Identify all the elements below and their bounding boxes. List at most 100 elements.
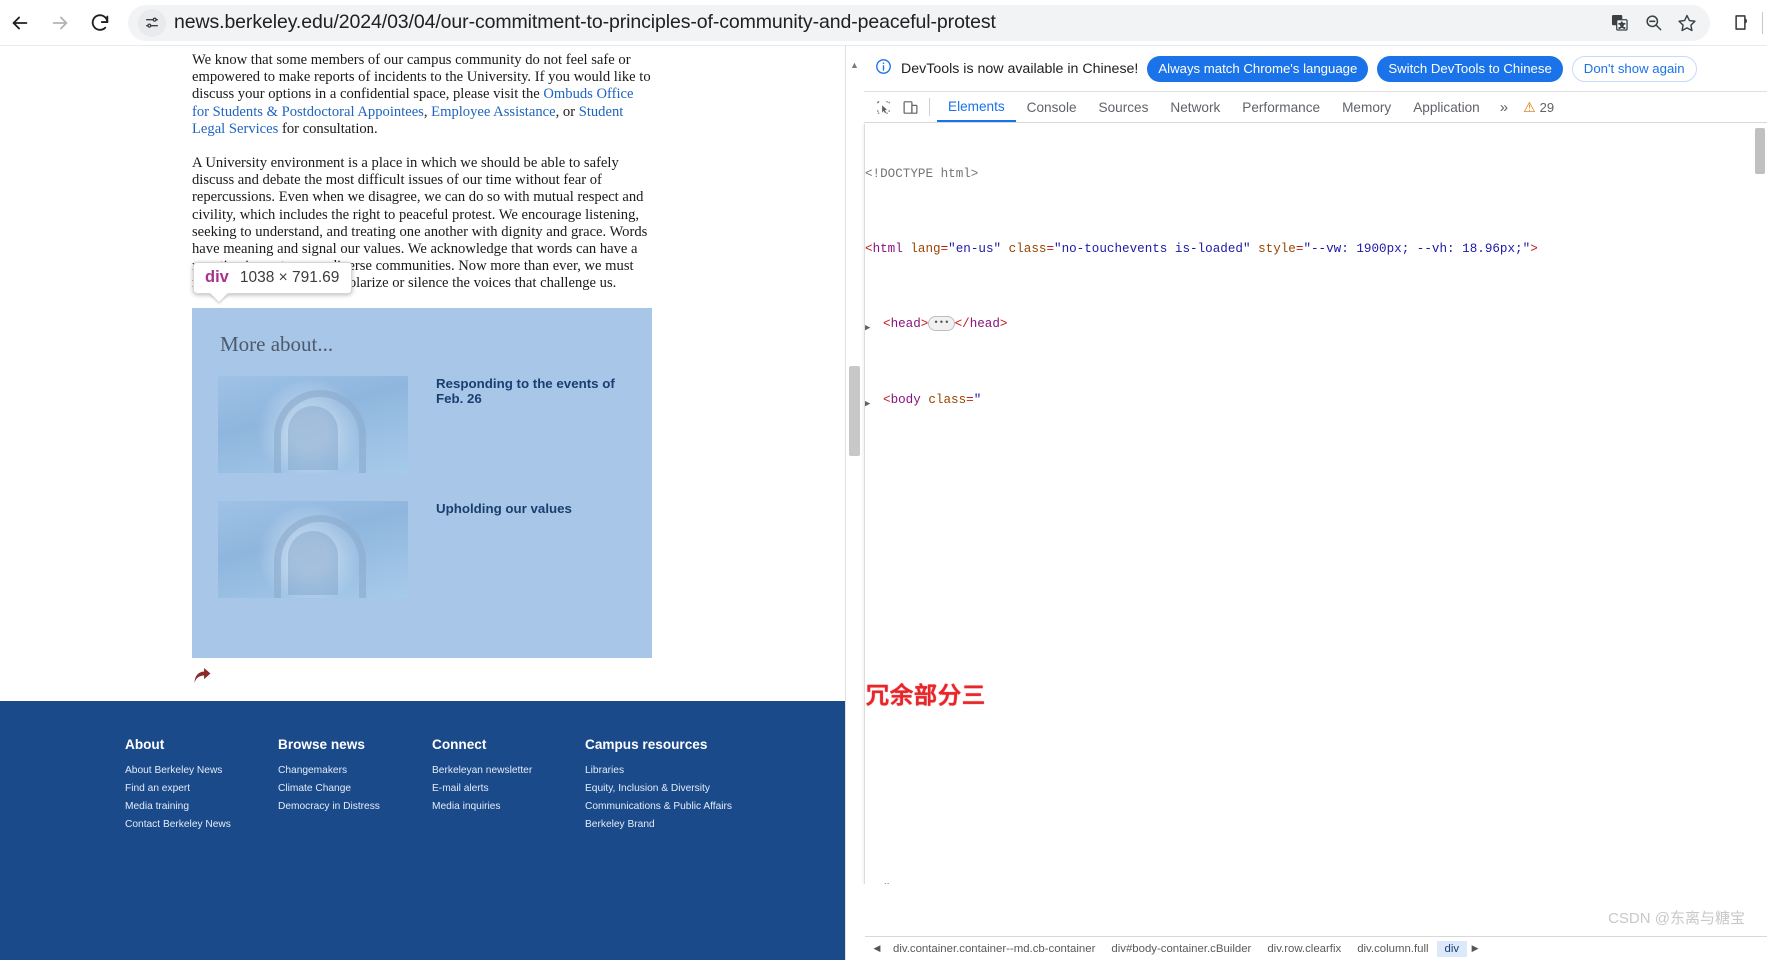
url-text[interactable]: news.berkeley.edu/2024/03/04/our-commitm…: [174, 11, 1602, 34]
dom-line-body-open[interactable]: ▶ <body class=": [865, 391, 1750, 410]
dont-show-again-button[interactable]: Don't show again: [1571, 55, 1697, 82]
device-toolbar-icon[interactable]: [897, 94, 924, 121]
notice-text: DevTools is now available in Chinese!: [901, 60, 1139, 77]
site-info-icon[interactable]: [138, 8, 166, 37]
body-class-open-quote: ": [973, 392, 982, 407]
address-bar[interactable]: news.berkeley.edu/2024/03/04/our-commitm…: [128, 4, 1710, 41]
site-footer: About About Berkeley News Find an expert…: [0, 701, 845, 960]
scroll-up-arrow-icon[interactable]: ▲: [849, 60, 860, 71]
forward-button[interactable]: [40, 3, 80, 43]
html-lang-value: en-us: [955, 242, 994, 257]
share-arrow-icon[interactable]: [192, 668, 213, 692]
doctype-text: <!DOCTYPE html>: [865, 166, 979, 181]
tab-performance[interactable]: Performance: [1231, 92, 1331, 122]
collapse-triangle-icon[interactable]: ▶: [865, 395, 870, 414]
inspector-tooltip: div 1038 × 791.69: [193, 262, 353, 294]
reload-button[interactable]: [80, 3, 120, 43]
annotation-redundant-part-three: 冗余部分三: [866, 682, 986, 708]
footer-link[interactable]: Berkeleyan newsletter: [432, 765, 532, 776]
footer-link[interactable]: Find an expert: [125, 783, 231, 794]
dom-line-html[interactable]: ▶<html lang="en-us" class="no-touchevent…: [865, 240, 1750, 259]
tab-application[interactable]: Application: [1402, 92, 1491, 122]
footer-link[interactable]: Berkeley Brand: [585, 819, 732, 830]
breadcrumb-item-column[interactable]: div.column.full: [1349, 941, 1436, 957]
inspector-tooltip-tag: div: [205, 268, 229, 286]
footer-link[interactable]: Contact Berkeley News: [125, 819, 231, 830]
dom-line-head[interactable]: ▶ <head> ••• </head>: [865, 315, 1750, 334]
footer-link[interactable]: Media inquiries: [432, 801, 532, 812]
related-item-title[interactable]: Responding to the events of Feb. 26: [436, 376, 638, 406]
info-icon: [875, 58, 892, 80]
footer-link[interactable]: E-mail alerts: [432, 783, 532, 794]
footer-link[interactable]: Communications & Public Affairs: [585, 801, 732, 812]
footer-link[interactable]: Libraries: [585, 765, 732, 776]
inspect-element-icon[interactable]: [870, 94, 897, 121]
body-class-close-quote: ">: [883, 883, 898, 884]
footer-column-campus-resources: Campus resources Libraries Equity, Inclu…: [585, 737, 732, 837]
extensions-icon[interactable]: [1720, 3, 1760, 43]
breadcrumb-scroll-right-icon[interactable]: ▶: [1467, 939, 1483, 959]
dom-line-doctype: <!DOCTYPE html>: [865, 165, 1750, 184]
tab-memory[interactable]: Memory: [1331, 92, 1402, 122]
tab-elements[interactable]: Elements: [937, 92, 1016, 122]
link-employee-assistance[interactable]: Employee Assistance: [431, 104, 555, 120]
footer-column-browse-news: Browse news Changemakers Climate Change …: [278, 737, 380, 819]
html-class-attr: class: [1008, 242, 1047, 257]
head-tagname: head: [890, 317, 921, 332]
expand-triangle-icon[interactable]: ▶: [865, 319, 870, 338]
footer-column-connect: Connect Berkeleyan newsletter E-mail ale…: [432, 737, 532, 819]
bookmark-star-icon[interactable]: [1670, 8, 1704, 38]
switch-devtools-language-button[interactable]: Switch DevTools to Chinese: [1377, 55, 1563, 82]
toolbar-separator: [929, 98, 930, 116]
footer-link[interactable]: Equity, Inclusion & Diversity: [585, 783, 732, 794]
tab-console[interactable]: Console: [1016, 92, 1088, 122]
dom-line-blank-4: [865, 636, 1750, 655]
related-item-title[interactable]: Upholding our values: [436, 501, 572, 516]
html-style-attr: style: [1258, 242, 1296, 257]
translate-icon[interactable]: G文: [1602, 8, 1636, 38]
head-close-tagname: head: [969, 317, 1000, 332]
breadcrumb-item-body-container[interactable]: div#body-container.cBuilder: [1103, 941, 1259, 957]
warning-count: 29: [1539, 99, 1555, 115]
related-thumbnail-image: [218, 376, 408, 473]
footer-link[interactable]: Democracy in Distress: [278, 801, 380, 812]
related-item-2[interactable]: Upholding our values: [218, 501, 638, 598]
more-tabs-chevron-icon[interactable]: »: [1491, 99, 1517, 116]
devtools-panel: DevTools is now available in Chinese! Al…: [845, 46, 1767, 960]
warning-triangle-icon: ⚠: [1523, 98, 1536, 115]
watermark-text: CSDN @东离与糖宝: [1608, 910, 1745, 927]
tab-network[interactable]: Network: [1159, 92, 1231, 122]
footer-link[interactable]: Media training: [125, 801, 231, 812]
breadcrumb-item-div[interactable]: div: [1436, 940, 1468, 957]
page-scrollbar[interactable]: ▲: [845, 46, 862, 960]
more-about-section-highlight: More about... Responding to the events o…: [192, 308, 652, 658]
footer-heading: Connect: [432, 737, 487, 752]
footer-heading: About: [125, 737, 165, 752]
html-tagname: html: [872, 242, 903, 257]
dom-line-blank-7: [865, 805, 1750, 824]
page-viewport: We know that some members of our campus …: [0, 46, 845, 960]
paragraph-1-tail: for consultation.: [278, 120, 378, 137]
dom-line-blank-5: [865, 692, 1750, 711]
breadcrumb-item-container[interactable]: div.container.container--md.cb-container: [885, 941, 1103, 957]
expand-ellipsis-icon[interactable]: •••: [928, 316, 955, 332]
always-match-language-button[interactable]: Always match Chrome's language: [1147, 55, 1369, 82]
back-button[interactable]: [0, 3, 40, 43]
breadcrumb-scroll-left-icon[interactable]: ◀: [869, 939, 885, 959]
footer-link[interactable]: Changemakers: [278, 765, 380, 776]
footer-link[interactable]: About Berkeley News: [125, 765, 231, 776]
warning-count-indicator[interactable]: ⚠ 29: [1523, 99, 1554, 116]
footer-column-about: About About Berkeley News Find an expert…: [125, 737, 231, 837]
devtools-scrollbar-thumb[interactable]: [1755, 128, 1765, 174]
zoom-out-icon[interactable]: [1636, 8, 1670, 38]
dom-line-blank-2: [865, 523, 1750, 542]
tab-sources[interactable]: Sources: [1088, 92, 1160, 122]
breadcrumb-item-row[interactable]: div.row.clearfix: [1259, 941, 1349, 957]
footer-link[interactable]: Climate Change: [278, 783, 380, 794]
dom-line-body-class-close: ">: [865, 881, 1750, 884]
devtools-scrollbar[interactable]: [1753, 124, 1767, 884]
dom-line-blank-1: [865, 466, 1750, 485]
dom-tree[interactable]: <!DOCTYPE html> ▶<html lang="en-us" clas…: [865, 124, 1750, 884]
related-item-1[interactable]: Responding to the events of Feb. 26: [218, 376, 638, 473]
page-scrollbar-thumb[interactable]: [849, 366, 860, 456]
